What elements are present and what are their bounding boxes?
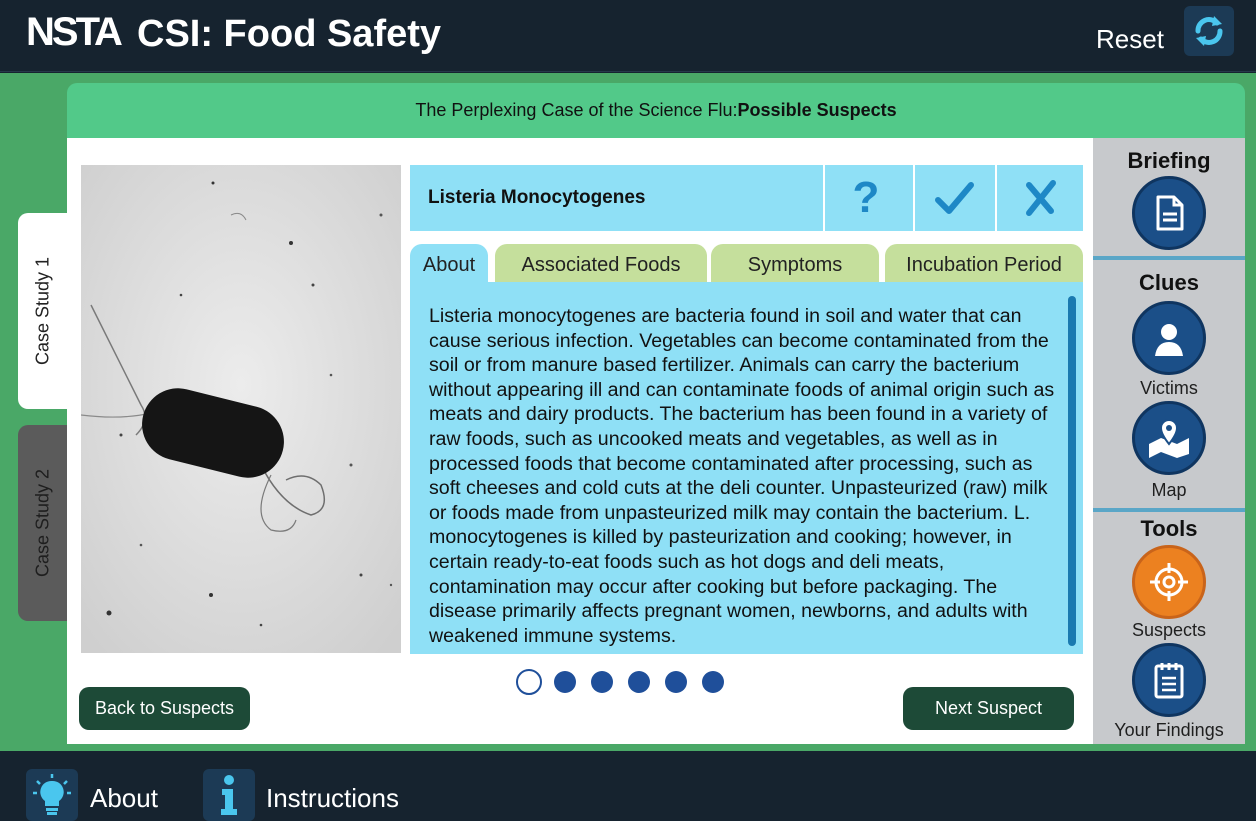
bottom-bar: About Instructions (0, 751, 1256, 821)
eliminate-suspect-button[interactable] (995, 165, 1083, 231)
back-to-suspects-button[interactable]: Back to Suspects (79, 687, 250, 730)
info-icon (221, 775, 237, 815)
page-dot-3[interactable] (591, 671, 613, 693)
crosshair-icon (1150, 563, 1188, 601)
about-label[interactable]: About (90, 783, 158, 814)
tab-incubation-period[interactable]: Incubation Period (885, 244, 1083, 282)
app-title: CSI: Food Safety (137, 13, 442, 55)
sidebar-divider (1093, 256, 1245, 260)
tab-case-study-2[interactable]: Case Study 2 (18, 425, 68, 621)
about-button[interactable] (26, 769, 78, 821)
top-bar: NSTA CSI: Food Safety Reset (0, 0, 1256, 72)
suspect-name: Listeria Monocytogenes (428, 187, 646, 208)
tools-sidebar: Briefing Clues Victims Map Tools Suspect… (1093, 138, 1245, 744)
person-icon (1155, 324, 1183, 356)
tools-title: Tools (1140, 516, 1198, 541)
suspect-title-bar: Listeria Monocytogenes ? (410, 165, 1083, 231)
lightbulb-icon (33, 774, 71, 815)
suspects-label: Suspects (1131, 620, 1207, 640)
refresh-icon (1195, 16, 1223, 46)
case-title-bar: The Perplexing Case of the Science Flu: P… (67, 83, 1245, 138)
reset-button[interactable] (1184, 6, 1234, 56)
question-icon: ? (852, 173, 880, 222)
page-dot-6[interactable] (702, 671, 724, 693)
page-dot-4[interactable] (628, 671, 650, 693)
page-dot-5[interactable] (665, 671, 687, 693)
map-button[interactable] (1132, 401, 1206, 475)
tab-case-study-1-label: Case Study 1 (32, 256, 53, 366)
tab-about[interactable]: About (410, 244, 488, 282)
help-button[interactable]: ? (823, 165, 907, 231)
tab-symptoms[interactable]: Symptoms (711, 244, 879, 282)
suspects-button[interactable] (1132, 545, 1206, 619)
suspect-panel: Listeria Monocytogenes ? About Associate… (67, 138, 1093, 744)
instructions-button[interactable] (203, 769, 255, 821)
instructions-label[interactable]: Instructions (266, 783, 399, 814)
your-findings-button[interactable] (1132, 643, 1206, 717)
case-title: The Perplexing Case of the Science Flu: (415, 100, 738, 120)
victims-button[interactable] (1132, 301, 1206, 375)
checkmark-icon (935, 182, 974, 214)
content-stage: The Perplexing Case of the Science Flu: P… (0, 73, 1256, 751)
your-findings-label: Your Findings (1114, 720, 1224, 740)
page-dot-1[interactable] (516, 669, 542, 695)
briefing-button[interactable] (1132, 176, 1206, 250)
sidebar-divider (1093, 508, 1245, 512)
about-content: Listeria monocytogenes are bacteria foun… (410, 282, 1083, 654)
about-text: Listeria monocytogenes are bacteria foun… (429, 305, 1055, 647)
next-suspect-button[interactable]: Next Suspect (903, 687, 1074, 730)
notepad-icon (1154, 663, 1184, 699)
content-scrollbar[interactable] (1068, 296, 1076, 646)
map-label: Map (1151, 480, 1187, 500)
x-icon (1026, 180, 1056, 216)
bacterium-micrograph (81, 165, 401, 653)
victims-label: Victims (1140, 378, 1198, 398)
reset-label[interactable]: Reset (1096, 24, 1164, 54)
briefing-title: Briefing (1127, 148, 1211, 173)
page-dot-2[interactable] (554, 671, 576, 693)
map-icon (1149, 418, 1189, 458)
tab-case-study-2-label: Case Study 2 (32, 468, 53, 578)
nsta-logo: NSTA (26, 10, 123, 54)
case-section-title: Possible Suspects (737, 100, 897, 120)
tab-associated-foods[interactable]: Associated Foods (495, 244, 707, 282)
mark-suspect-button[interactable] (913, 165, 993, 231)
tab-case-study-1[interactable]: Case Study 1 (18, 213, 68, 409)
document-icon (1156, 195, 1184, 231)
clues-title: Clues (1139, 270, 1199, 295)
